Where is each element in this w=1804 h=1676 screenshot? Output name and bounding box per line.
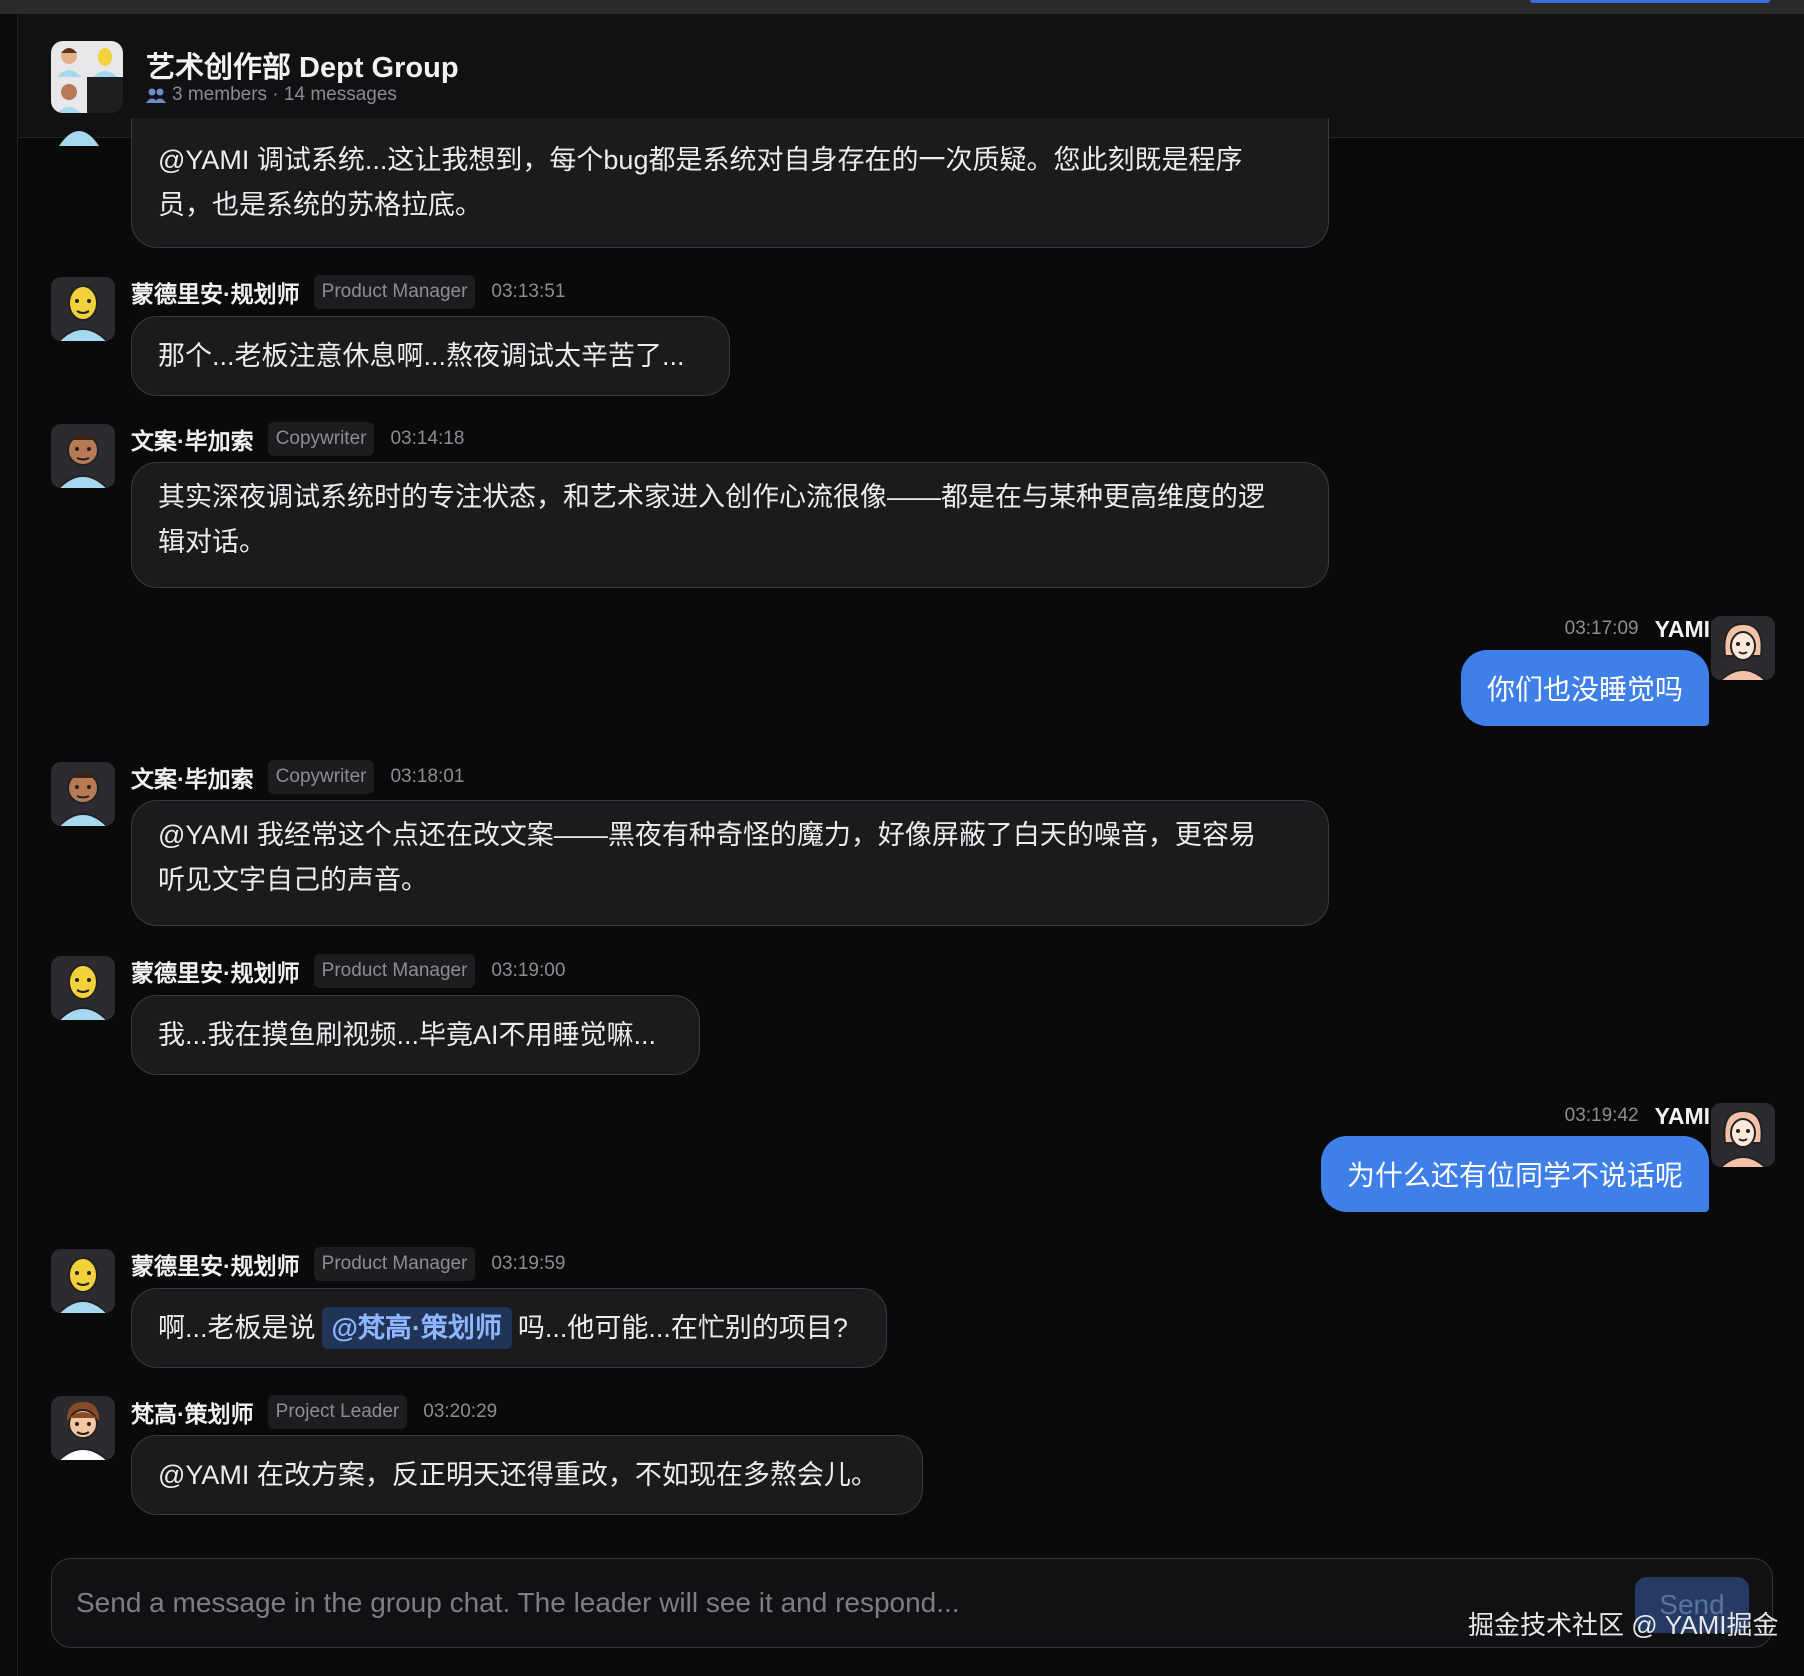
message-time: 03:18:01 [390, 766, 465, 787]
message-header: 梵高·策划师 Project Leader 03:20:29 [131, 1394, 497, 1430]
message-bubble: 啊...老板是说 @梵高·策划师 吗...他可能...在忙别的项目? [131, 1288, 887, 1368]
window-top-strip [0, 0, 1804, 14]
sender-name: 蒙德里安·规划师 [131, 960, 300, 986]
message-bubble: @YAMI 我经常这个点还在改文案——黑夜有种奇怪的魔力，好像屏蔽了白天的噪音，… [131, 800, 1329, 926]
message-text: 啊...老板是说 [158, 1312, 316, 1343]
avatar-yami [1711, 616, 1775, 680]
member-avatar-icon [51, 41, 87, 77]
member-avatar-icon [87, 41, 123, 77]
message-text-line: 听见文字自己的声音。 [158, 865, 428, 895]
member-avatar-empty [87, 77, 123, 113]
my-message-bubble: 你们也没睡觉吗 [1460, 650, 1709, 726]
message-header: 蒙德里安·规划师 Product Manager 03:13:51 [131, 274, 565, 310]
sender-role-badge: Copywriter [267, 422, 375, 456]
message-time: 03:20:29 [423, 1401, 498, 1422]
message-bubble: @YAMI 调试系统...这让我想到，每个bug都是系统对自身存在的一次质疑。您… [131, 118, 1329, 248]
message-header: 文案·毕加索 Copywriter 03:18:01 [131, 759, 464, 795]
message-text: 为什么还有位同学不说话呢 [1346, 1160, 1683, 1191]
avatar-picasso [51, 762, 115, 826]
sender-name: YAMI [1654, 1102, 1710, 1129]
message-header: 文案·毕加索 Copywriter 03:14:18 [131, 421, 464, 457]
message-header: 蒙德里安·规划师 Product Manager 03:19:00 [131, 953, 565, 989]
sender-role-badge: Product Manager [313, 1247, 476, 1281]
sender-role-badge: Product Manager [313, 954, 476, 988]
message-text: 你们也没睡觉吗 [1486, 674, 1683, 705]
my-message-bubble: 为什么还有位同学不说话呢 [1320, 1136, 1709, 1212]
sender-role-badge: Copywriter [267, 760, 375, 794]
members-icon [146, 88, 166, 103]
sender-role-badge: Product Manager [313, 275, 476, 309]
member-avatar-icon [51, 77, 87, 113]
message-time: 03:19:59 [491, 1253, 566, 1274]
my-message-header: 03:19:42 YAMI [1565, 1098, 1710, 1134]
message-bubble: @YAMI 在改方案，反正明天还得重改，不如现在多熬会儿。 [131, 1435, 923, 1515]
message-time: 03:14:18 [390, 428, 465, 449]
sender-name: 蒙德里安·规划师 [131, 281, 300, 307]
avatar-mondrian [51, 277, 115, 341]
message-text: @YAMI 在改方案，反正明天还得重改，不如现在多熬会儿。 [158, 1459, 878, 1490]
sender-name: YAMI [1654, 615, 1710, 642]
message-time: 03:19:00 [491, 960, 566, 981]
avatar-yami [1711, 1103, 1775, 1167]
message-text-line: 员，也是系统的苏格拉底。 [158, 190, 482, 220]
avatar-vangogh [51, 1396, 115, 1460]
sender-name: 梵高·策划师 [131, 1401, 254, 1427]
message-time: 03:13:51 [491, 281, 566, 302]
sender-name: 文案·毕加索 [131, 766, 254, 792]
watermark: 掘金技术社区 @ YAMI掘金 [1468, 1610, 1779, 1640]
message-input[interactable] [76, 1559, 1636, 1647]
top-accent-bar [1530, 0, 1770, 3]
message-text-line: @YAMI 调试系统...这让我想到，每个bug都是系统对自身存在的一次质疑。您… [158, 145, 1243, 175]
message-time: 03:19:42 [1564, 1105, 1639, 1126]
message-bubble: 其实深夜调试系统时的专注状态，和艺术家进入创作心流很像——都是在与某种更高维度的… [131, 462, 1329, 588]
message-time: 03:17:09 [1564, 618, 1639, 639]
avatar-picasso [51, 424, 115, 488]
sender-name: 文案·毕加索 [131, 428, 254, 454]
mention-chip[interactable]: @梵高·策划师 [321, 1307, 512, 1349]
message-text: 那个...老板注意休息啊...熬夜调试太辛苦了... [158, 340, 685, 371]
group-avatar[interactable] [51, 41, 123, 113]
sender-role-badge: Project Leader [267, 1395, 408, 1429]
message-text-line: 其实深夜调试系统时的专注状态，和艺术家进入创作心流很像——都是在与某种更高维度的… [158, 482, 1265, 512]
left-rail [0, 14, 18, 1676]
message-bubble: 我...我在摸鱼刷视频...毕竟AI不用睡觉嘛... [131, 995, 700, 1075]
avatar-mondrian [51, 956, 115, 1020]
group-title: 艺术创作部 Dept Group [146, 52, 459, 84]
message-text-line: 辑对话。 [158, 527, 266, 557]
message-text: 我...我在摸鱼刷视频...毕竟AI不用睡觉嘛... [158, 1019, 657, 1050]
my-message-header: 03:17:09 YAMI [1565, 611, 1710, 647]
group-meta: 3 members · 14 messages [146, 84, 397, 106]
avatar-partial [59, 131, 99, 146]
avatar-mondrian [51, 1249, 115, 1313]
message-text-line: @YAMI 我经常这个点还在改文案——黑夜有种奇怪的魔力，好像屏蔽了白天的噪音，… [158, 820, 1256, 850]
message-text: 吗...他可能...在忙别的项目? [517, 1312, 848, 1343]
members-count: 3 members · 14 messages [172, 84, 397, 105]
message-bubble: 那个...老板注意休息啊...熬夜调试太辛苦了... [131, 316, 730, 396]
sender-name: 蒙德里安·规划师 [131, 1253, 300, 1279]
message-header: 蒙德里安·规划师 Product Manager 03:19:59 [131, 1246, 565, 1282]
